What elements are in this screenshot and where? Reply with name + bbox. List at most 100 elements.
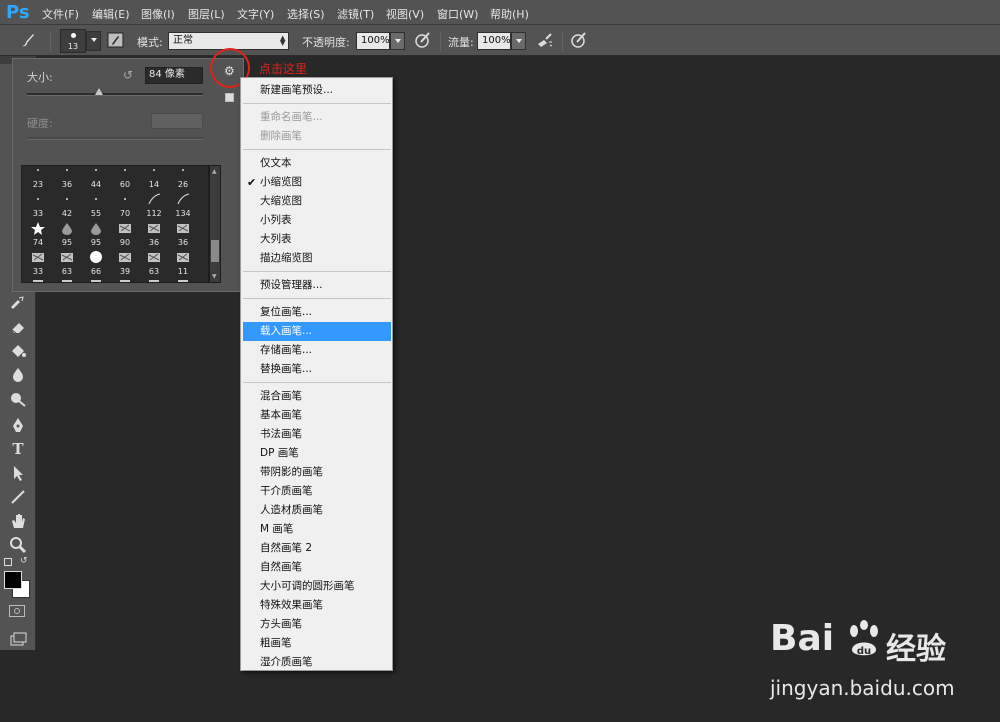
pen-icon[interactable] (8, 416, 28, 434)
screen-mode-icon[interactable] (8, 630, 28, 648)
flow-dropdown[interactable] (511, 32, 526, 50)
menu-view[interactable]: 视图(V) (386, 6, 424, 22)
menu-item[interactable]: 大小可调的圆形画笔 (243, 577, 391, 596)
brush-thumbnail[interactable]: 66 (82, 249, 110, 277)
menu-item[interactable]: DP 画笔 (243, 444, 391, 463)
menu-item[interactable]: 替换画笔... (243, 360, 391, 379)
menu-item[interactable]: 大缩览图 (243, 192, 391, 211)
size-slider-track[interactable] (27, 88, 203, 96)
menu-item[interactable]: 载入画笔... (243, 322, 391, 341)
brush-thumbnail[interactable]: 33 (24, 191, 52, 219)
menu-item[interactable]: 特殊效果画笔 (243, 596, 391, 615)
menu-image[interactable]: 图像(I) (141, 6, 175, 22)
thumbnail-scrollbar[interactable]: ▲ ▼ (209, 165, 221, 283)
brush-thumbnail[interactable]: 74 (24, 220, 52, 248)
scroll-up-icon[interactable]: ▲ (212, 168, 217, 175)
brush-thumbnail[interactable]: 44 (82, 166, 110, 190)
line-tool-icon[interactable] (8, 488, 28, 506)
brush-thumbnail[interactable]: 112 (140, 191, 168, 219)
reset-size-icon[interactable]: ↺ (123, 68, 133, 82)
menu-item[interactable]: 复位画笔... (243, 303, 391, 322)
menu-help[interactable]: 帮助(H) (490, 6, 529, 22)
brush-thumbnail[interactable]: 11 (169, 249, 197, 277)
brush-thumbnail[interactable]: 14 (140, 166, 168, 190)
menu-item[interactable]: 人造材质画笔 (243, 501, 391, 520)
brush-thumbnail[interactable] (111, 278, 139, 282)
brush-thumbnail[interactable]: 95 (53, 220, 81, 248)
menu-window[interactable]: 窗口(W) (437, 6, 478, 22)
menu-filter[interactable]: 滤镜(T) (337, 6, 374, 22)
type-tool-icon[interactable]: T (8, 440, 28, 458)
brush-preset-dropdown[interactable] (86, 31, 101, 51)
size-slider-thumb[interactable] (95, 88, 103, 95)
brush-thumbnail[interactable]: 95 (82, 220, 110, 248)
brush-thumbnail[interactable] (53, 278, 81, 282)
menu-edit[interactable]: 编辑(E) (92, 6, 130, 22)
menu-type[interactable]: 文字(Y) (237, 6, 274, 22)
brush-thumbnail[interactable]: 23 (24, 166, 52, 190)
brush-thumbnail[interactable]: 36 (169, 220, 197, 248)
menu-item[interactable]: 混合画笔 (243, 387, 391, 406)
menu-item[interactable]: 湿介质画笔 (243, 653, 391, 672)
brush-thumbnail[interactable]: 134 (169, 191, 197, 219)
foreground-color-swatch[interactable] (4, 571, 22, 589)
brush-thumbnail[interactable]: 33 (24, 249, 52, 277)
pressure-opacity-icon[interactable] (413, 30, 433, 50)
flow-input[interactable]: 100% (477, 32, 511, 50)
menu-item[interactable]: 带阴影的画笔 (243, 463, 391, 482)
scroll-thumb[interactable] (211, 240, 219, 262)
new-preset-icon[interactable] (225, 93, 234, 102)
menu-item[interactable]: M 画笔 (243, 520, 391, 539)
menu-item[interactable]: ✔ 小缩览图 (243, 173, 391, 192)
menu-item[interactable]: 干介质画笔 (243, 482, 391, 501)
size-input[interactable]: 84 像素 (145, 67, 203, 84)
brush-thumbnail[interactable]: 90 (111, 220, 139, 248)
path-selection-icon[interactable] (8, 464, 28, 482)
menu-item[interactable]: 描边缩览图 (243, 249, 391, 268)
brush-thumbnail[interactable]: 55 (82, 191, 110, 219)
brush-tool-icon[interactable] (18, 30, 38, 50)
swap-colors-icon[interactable]: ↺ (20, 556, 28, 566)
default-colors-icon[interactable] (4, 558, 12, 566)
menu-item[interactable]: 自然画笔 2 (243, 539, 391, 558)
brush-thumbnail[interactable]: 36 (53, 166, 81, 190)
menu-layer[interactable]: 图层(L) (188, 6, 225, 22)
menu-item[interactable]: 粗画笔 (243, 634, 391, 653)
menu-item[interactable]: 自然画笔 (243, 558, 391, 577)
brush-thumbnail[interactable] (169, 278, 197, 282)
menu-item[interactable]: 仅文本 (243, 154, 391, 173)
eraser-icon[interactable] (8, 318, 28, 336)
menu-item[interactable]: 新建画笔预设... (243, 81, 391, 100)
history-brush-icon[interactable] (8, 294, 28, 312)
menu-item[interactable]: 存储画笔... (243, 341, 391, 360)
brush-thumbnail[interactable] (82, 278, 110, 282)
brush-thumbnail[interactable]: 70 (111, 191, 139, 219)
pressure-size-icon[interactable] (569, 30, 589, 50)
brush-thumbnail[interactable]: 60 (111, 166, 139, 190)
menu-item[interactable]: 基本画笔 (243, 406, 391, 425)
scroll-down-icon[interactable]: ▼ (212, 273, 217, 280)
brush-thumbnail[interactable]: 39 (111, 249, 139, 277)
menu-item[interactable]: 预设管理器... (243, 276, 391, 295)
menu-select[interactable]: 选择(S) (287, 6, 325, 22)
brush-thumbnail[interactable] (24, 278, 52, 282)
menu-file[interactable]: 文件(F) (42, 6, 79, 22)
brush-thumbnail[interactable]: 26 (169, 166, 197, 190)
brush-thumbnail[interactable]: 63 (53, 249, 81, 277)
hand-tool-icon[interactable] (8, 512, 28, 530)
menu-item[interactable]: 方头画笔 (243, 615, 391, 634)
toggle-brush-panel-icon[interactable] (106, 30, 126, 50)
dodge-icon[interactable] (8, 390, 28, 408)
brush-thumbnail[interactable]: 42 (53, 191, 81, 219)
menu-item[interactable]: 小列表 (243, 211, 391, 230)
opacity-input[interactable]: 100% (356, 32, 390, 50)
blur-icon[interactable] (8, 366, 28, 384)
brush-thumbnail[interactable]: 36 (140, 220, 168, 248)
brush-thumbnail[interactable] (140, 278, 168, 282)
quick-mask-icon[interactable] (9, 605, 25, 617)
opacity-dropdown[interactable] (390, 32, 405, 50)
menu-item[interactable]: 大列表 (243, 230, 391, 249)
brush-thumbnail[interactable]: 63 (140, 249, 168, 277)
zoom-tool-icon[interactable] (8, 536, 28, 554)
airbrush-icon[interactable] (535, 30, 555, 50)
